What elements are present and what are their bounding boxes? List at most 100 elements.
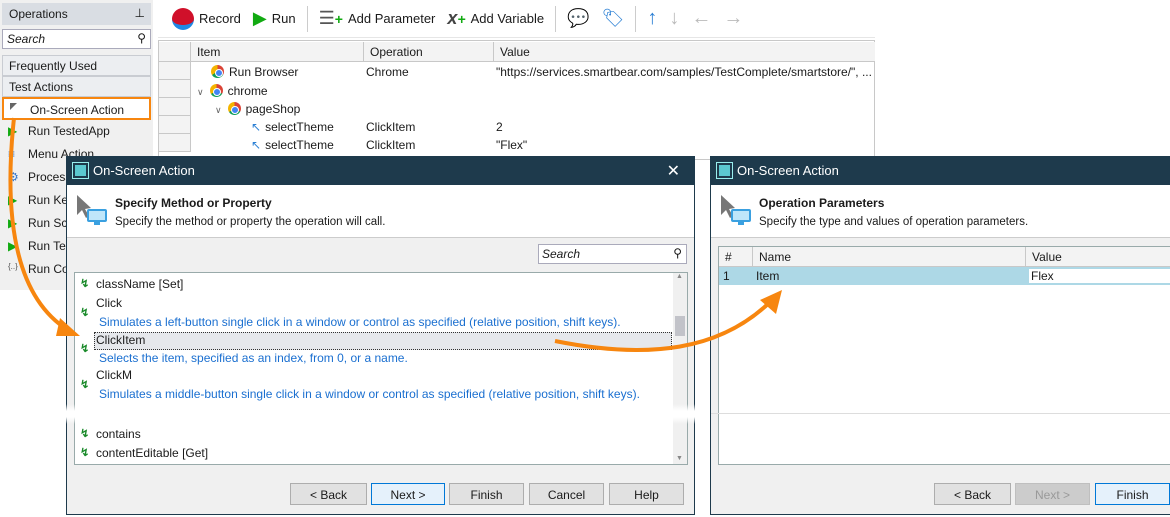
record-button[interactable]: Record xyxy=(168,7,245,30)
list-item[interactable]: ↯ Click Simulates a left-button single cli… xyxy=(75,296,675,332)
op-run-testedapp[interactable]: ▶ Run TestedApp xyxy=(2,120,151,143)
comment-icon[interactable]: 💬 xyxy=(563,8,593,29)
column-header-value[interactable]: Value xyxy=(494,42,875,62)
dialog-heading: Operation Parameters xyxy=(759,196,885,210)
parameters-grid: # Name Value 1 Item Flex xyxy=(718,246,1170,465)
scrollbar[interactable]: ▲ ▼ xyxy=(673,273,687,464)
on-screen-action-icon xyxy=(721,195,751,225)
app-icon xyxy=(716,162,733,179)
run-icon: ▶ xyxy=(252,8,267,28)
toolbar-divider xyxy=(306,5,308,32)
member-list: ↯ className [Set] ↯ Click Simulates a left-… xyxy=(74,272,688,465)
list-item[interactable]: ↯ ClickM Simulates a middle-button single … xyxy=(75,368,675,404)
method-icon: ↯ xyxy=(80,278,90,290)
add-parameter-button[interactable]: ☰+ Add Parameter xyxy=(315,8,440,29)
method-icon: ↯ xyxy=(80,447,90,459)
chrome-icon xyxy=(209,84,223,97)
value-cell: 2 xyxy=(496,120,503,134)
on-screen-action-icon xyxy=(77,195,107,225)
click-item-icon: ↖ xyxy=(251,138,262,152)
next-button[interactable]: Next > xyxy=(1015,483,1090,505)
list-item-selected[interactable]: ↯ ClickItem Selects the item, specified as… xyxy=(75,332,675,368)
dialog-title-bar: On-Screen Action ✕ xyxy=(67,157,694,185)
key-icon: ▶ xyxy=(8,193,18,207)
method-icon: ↯ xyxy=(80,343,90,355)
pin-icon[interactable]: ⊥ xyxy=(135,6,145,20)
search-icon: ⚲ xyxy=(673,246,682,260)
list-item[interactable]: ↯ contentEditable [Get] xyxy=(75,446,208,460)
close-icon[interactable]: ✕ xyxy=(667,161,680,181)
column-header-value[interactable]: Value xyxy=(1026,247,1170,267)
toolbar-divider xyxy=(635,5,637,32)
gear-icon: ⚙ xyxy=(8,170,19,184)
add-variable-button[interactable]: x+ Add Variable xyxy=(443,8,548,29)
back-button[interactable]: < Back xyxy=(934,483,1011,505)
dialog-header: Operation Parameters Specify the type and… xyxy=(711,185,1170,238)
column-header-operation[interactable]: Operation xyxy=(364,42,494,62)
op-on-screen-action[interactable]: On-Screen Action xyxy=(2,97,151,120)
code-icon: {..} xyxy=(8,262,18,271)
run-button[interactable]: ▶ Run xyxy=(249,8,300,29)
operation-cell: ClickItem xyxy=(366,120,416,134)
script-icon: ▶ xyxy=(8,216,18,230)
add-parameter-icon: ☰+ xyxy=(318,8,343,28)
operation-cell: Chrome xyxy=(366,65,409,79)
list-item[interactable]: ↯ className [Set] xyxy=(75,277,675,291)
dialog-subheading: Specify the type and values of operation… xyxy=(759,216,1029,228)
table-row[interactable]: ↖ selectTheme xyxy=(251,136,334,154)
category-test-actions[interactable]: Test Actions xyxy=(2,76,151,97)
help-button[interactable]: Help xyxy=(609,483,684,505)
run-icon: ▶ xyxy=(8,124,18,138)
fade-band xyxy=(60,404,700,424)
move-left-icon[interactable]: ← xyxy=(687,7,715,30)
dialog-subheading: Specify the method or property the opera… xyxy=(115,216,386,228)
value-cell: "https://services.smartbear.com/samples/… xyxy=(496,65,872,79)
back-button[interactable]: < Back xyxy=(290,483,367,505)
category-frequently-used[interactable]: Frequently Used xyxy=(2,55,151,76)
method-dialog: On-Screen Action ✕ Specify Method or Prop… xyxy=(66,156,695,515)
value-input[interactable]: Flex xyxy=(1029,269,1170,283)
record-icon xyxy=(172,7,194,30)
table-row[interactable]: ∨ chrome xyxy=(197,82,268,100)
row-header-corner xyxy=(159,42,191,62)
move-down-icon[interactable]: ↓ xyxy=(665,7,683,30)
toolbar: Record ▶ Run ☰+ Add Parameter x+ Add Variab… xyxy=(158,0,875,38)
chevron-down-icon[interactable]: ∨ xyxy=(215,105,222,115)
test-icon: ▶ xyxy=(8,239,18,253)
column-header-name[interactable]: Name xyxy=(753,247,1026,267)
move-up-icon[interactable]: ↑ xyxy=(643,7,661,30)
dialog-heading: Specify Method or Property xyxy=(115,196,272,210)
scrollbar-thumb[interactable] xyxy=(675,316,685,336)
table-row[interactable]: ↖ selectTheme xyxy=(251,118,334,136)
operations-header: Operations ⊥ xyxy=(2,3,151,25)
move-right-icon[interactable]: → xyxy=(719,7,747,30)
app-icon xyxy=(72,162,89,179)
table-row[interactable]: Run Browser xyxy=(211,63,298,81)
list-item[interactable]: ↯ contains xyxy=(75,427,141,441)
dialog-header: Specify Method or Property Specify the me… xyxy=(67,185,694,238)
click-item-icon: ↖ xyxy=(251,120,262,134)
toolbar-divider xyxy=(555,5,557,32)
tag-icon[interactable]: 🏷 xyxy=(598,8,629,29)
table-row[interactable]: ∨ pageShop xyxy=(215,100,300,118)
on-screen-action-icon xyxy=(10,103,17,110)
column-header-item[interactable]: Item xyxy=(191,42,364,62)
method-icon: ↯ xyxy=(80,307,90,319)
parameters-dialog: On-Screen Action Operation Parameters Spe… xyxy=(710,156,1170,515)
chrome-icon xyxy=(211,65,224,78)
test-grid: Item Operation Value Run Browser Chrome … xyxy=(158,40,875,160)
table-row[interactable]: 1 Item Flex xyxy=(719,267,1170,285)
finish-button[interactable]: Finish xyxy=(1095,483,1170,505)
next-button[interactable]: Next > xyxy=(371,483,445,505)
search-icon: ⚲ xyxy=(137,31,146,45)
chevron-down-icon[interactable]: ∨ xyxy=(197,87,204,97)
member-search-input[interactable]: Search ⚲ xyxy=(538,244,687,264)
add-variable-icon: x+ xyxy=(447,8,466,28)
column-header-number: # xyxy=(719,247,753,267)
chrome-icon xyxy=(227,102,241,115)
dialog-title-bar: On-Screen Action xyxy=(711,157,1170,185)
operations-search-input[interactable]: Search ⚲ xyxy=(2,29,151,49)
cancel-button[interactable]: Cancel xyxy=(529,483,604,505)
method-icon: ↯ xyxy=(80,428,90,440)
finish-button[interactable]: Finish xyxy=(449,483,524,505)
